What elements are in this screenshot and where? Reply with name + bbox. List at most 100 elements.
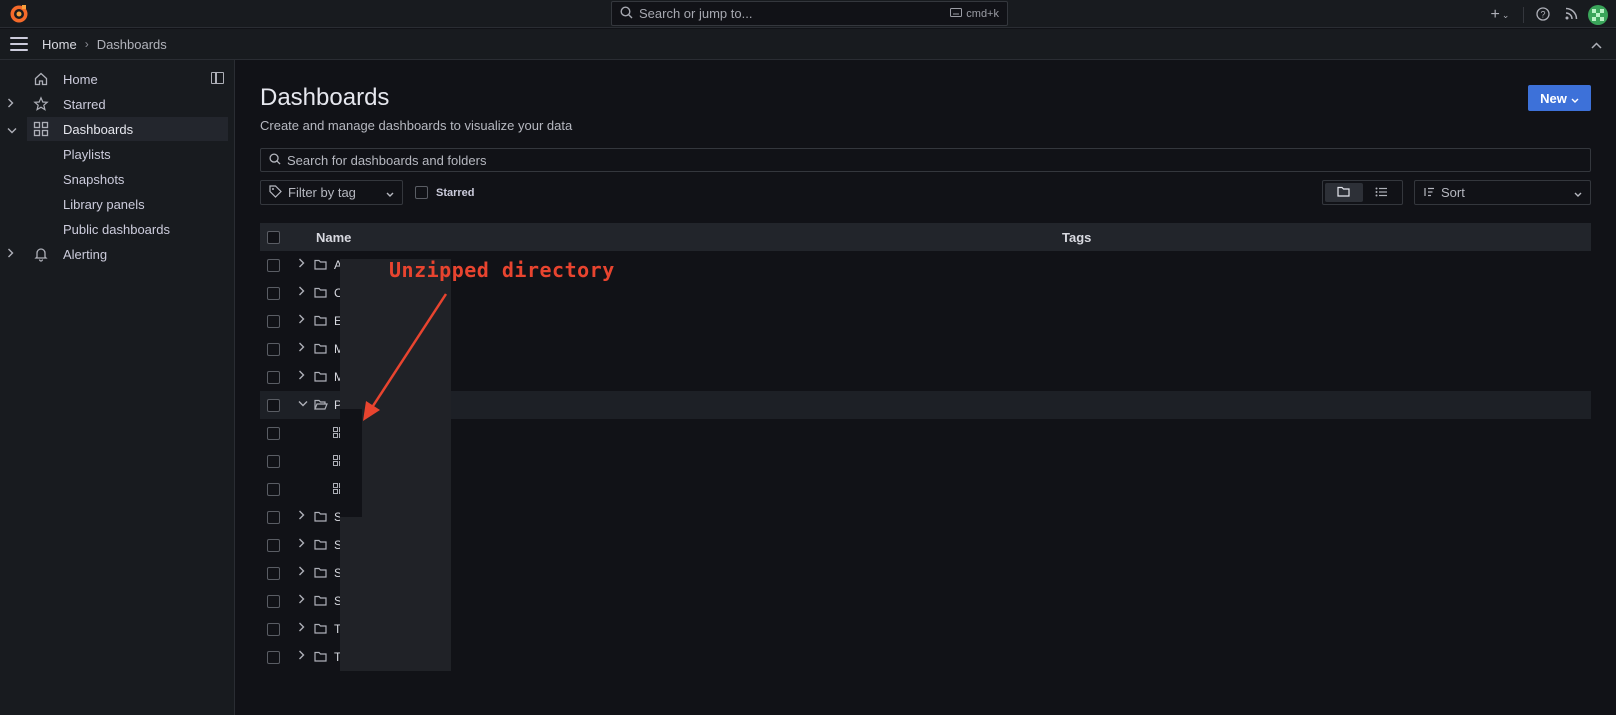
filter-placeholder: Filter by tag [288,185,356,200]
row-checkbox[interactable] [267,287,280,300]
chevron-right-icon[interactable] [298,510,310,523]
table-row[interactable]: S [260,559,1591,587]
help-icon: ? [1536,6,1550,24]
help-button[interactable]: ? [1532,4,1554,26]
breadcrumb-home[interactable]: Home [42,37,77,52]
select-all-checkbox[interactable] [267,231,280,244]
row-checkbox[interactable] [267,371,280,384]
row-checkbox[interactable] [267,567,280,580]
annotation-label: Unzipped directory [389,258,615,282]
grafana-logo-icon[interactable] [9,4,29,24]
folder-icon [314,342,328,356]
chevron-right-icon[interactable] [298,538,310,551]
top-bar: Search or jump to... cmd+k + ⌄ ? [0,0,1616,28]
sort-select[interactable]: Sort [1414,180,1591,205]
table-row[interactable]: S [260,531,1591,559]
sidebar-item-public-dashboards[interactable]: Public dashboards [0,217,228,241]
sidebar-item-label: Home [63,71,98,87]
column-header-tags: Tags [1062,229,1092,245]
folder-icon [314,650,328,664]
search-placeholder: Search or jump to... [639,6,753,21]
chevron-right-icon[interactable] [7,98,19,111]
table-row[interactable]: K [260,447,1591,475]
row-checkbox[interactable] [267,539,280,552]
row-checkbox[interactable] [267,259,280,272]
folder-icon [314,258,328,272]
row-checkbox[interactable] [267,623,280,636]
chevron-right-icon[interactable] [298,370,310,383]
svg-text:?: ? [1540,9,1545,19]
table-row[interactable]: M [260,363,1591,391]
table-row[interactable]: S [260,503,1591,531]
row-checkbox[interactable] [267,511,280,524]
sidebar-item-home[interactable]: Home [0,67,228,91]
folder-view-button[interactable] [1325,183,1363,202]
chevron-right-icon[interactable] [7,248,19,261]
chevron-down-icon: ⌄ [1501,9,1510,20]
sidebar-item-snapshots[interactable]: Snapshots [0,167,228,191]
chevron-down-icon[interactable] [7,122,17,137]
row-checkbox[interactable] [267,483,280,496]
sort-icon [1423,185,1435,200]
chevron-right-icon[interactable] [298,286,310,299]
new-button[interactable]: New [1528,85,1591,111]
table-row[interactable]: Pa [260,475,1591,503]
table-row[interactable]: S [260,587,1591,615]
star-icon [33,96,49,112]
breadcrumb-current: Dashboards [96,36,167,52]
dashboard-search-input[interactable]: Search for dashboards and folders [260,148,1591,172]
table-row[interactable]: El [260,419,1591,447]
apps-icon [33,121,49,137]
chevron-down-icon[interactable] [298,398,310,410]
chevron-right-icon[interactable] [298,622,310,635]
plus-icon: + [1490,6,1500,23]
table-row-expanded[interactable]: P [260,391,1591,419]
global-search-input[interactable]: Search or jump to... cmd+k [611,1,1008,26]
sidebar-item-library-panels[interactable]: Library panels [0,192,228,216]
chevron-right-icon[interactable] [298,258,310,271]
chevron-down-icon [1574,185,1582,200]
bell-icon [33,246,49,262]
chevron-right-icon[interactable] [298,594,310,607]
sidebar: Home Starred Dashboards Playlists Snapsh… [0,60,235,715]
filter-by-tag-select[interactable]: Filter by tag [260,180,403,205]
sidebar-item-dashboards[interactable]: Dashboards [27,117,228,141]
starred-label: Starred [436,186,475,199]
search-placeholder: Search for dashboards and folders [287,152,487,168]
chevron-up-icon[interactable] [1591,37,1602,52]
list-icon [1375,185,1388,200]
chevron-right-icon[interactable] [298,314,310,327]
chevron-down-icon [1571,91,1579,106]
table-row[interactable]: T [260,643,1591,671]
user-avatar[interactable] [1588,5,1608,25]
page-subtitle: Create and manage dashboards to visualiz… [260,118,573,133]
row-checkbox[interactable] [267,595,280,608]
add-new-button[interactable]: + ⌄ [1485,4,1515,26]
chevron-right-icon[interactable] [298,650,310,663]
sidebar-item-alerting[interactable]: Alerting [0,242,228,266]
folder-icon [314,538,328,552]
sidebar-item-starred[interactable]: Starred [0,92,228,116]
row-checkbox[interactable] [267,651,280,664]
table-row[interactable]: T [260,615,1591,643]
starred-checkbox[interactable] [415,186,428,199]
row-checkbox[interactable] [267,315,280,328]
table-row[interactable]: E [260,307,1591,335]
news-button[interactable] [1560,4,1582,26]
chevron-right-icon[interactable] [298,342,310,355]
sidebar-item-playlists[interactable]: Playlists [0,142,228,166]
table-row[interactable]: C [260,279,1591,307]
table-row[interactable]: M [260,335,1591,363]
folder-icon [314,314,328,328]
row-checkbox[interactable] [267,455,280,468]
row-checkbox[interactable] [267,427,280,440]
starred-filter[interactable]: Starred [415,186,475,199]
row-checkbox[interactable] [267,343,280,356]
row-checkbox[interactable] [267,399,280,412]
menu-toggle-icon[interactable] [10,37,28,51]
chevron-right-icon[interactable] [298,566,310,579]
sort-placeholder: Sort [1441,185,1465,200]
search-icon [269,152,281,168]
list-view-button[interactable] [1363,183,1401,202]
sidebar-item-label: Alerting [63,246,108,262]
